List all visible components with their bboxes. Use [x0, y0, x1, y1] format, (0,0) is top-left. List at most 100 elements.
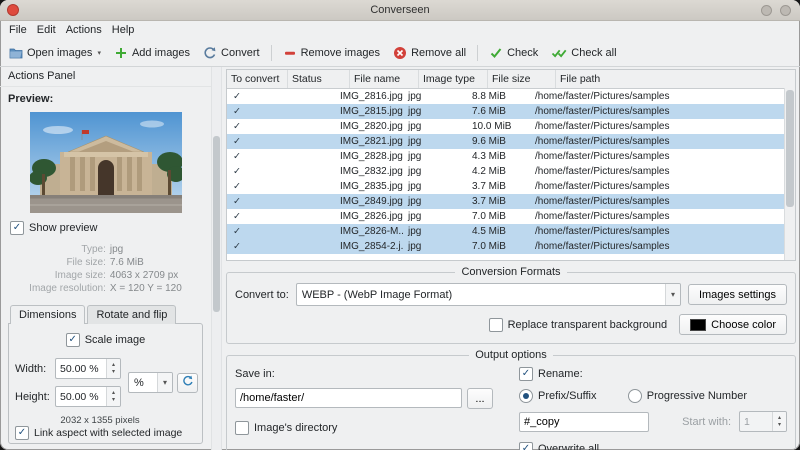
- table-row[interactable]: IMG_2815.jpg jpg 7.6 MiB/home/faster/Pictu…: [227, 104, 785, 119]
- open-images-button[interactable]: Open images ▾: [3, 43, 107, 63]
- column-status[interactable]: Status: [288, 70, 350, 88]
- tab-rotate-and-flip[interactable]: Rotate and flip: [87, 305, 177, 324]
- table-scrollbar[interactable]: [784, 88, 795, 260]
- row-to-convert-cell[interactable]: [227, 106, 283, 117]
- close-button[interactable]: [7, 4, 19, 16]
- browse-button[interactable]: ...: [467, 388, 493, 409]
- row-check-icon[interactable]: [233, 226, 241, 237]
- table-row[interactable]: IMG_2832.jpg jpg 4.2 MiB/home/faster/Pictu…: [227, 164, 785, 179]
- spinner-arrows[interactable]: [106, 387, 120, 406]
- column-file-size[interactable]: File size: [488, 70, 556, 88]
- images-directory-checkbox[interactable]: Image's directory: [235, 421, 493, 435]
- titlebar[interactable]: Converseen: [0, 0, 800, 21]
- toolbar-separator: [270, 44, 272, 61]
- row-file-name: IMG_2835.jpg: [340, 181, 403, 192]
- table-row[interactable]: IMG_2849.jpg jpg 3.7 MiB/home/faster/Pictu…: [227, 194, 785, 209]
- column-file-name[interactable]: File name: [350, 70, 419, 88]
- table-row[interactable]: IMG_2820.jpg jpg 10.0 MiB/home/faster/Pict…: [227, 119, 785, 134]
- table-row[interactable]: IMG_2835.jpg jpg 3.7 MiB/home/faster/Pictu…: [227, 179, 785, 194]
- column-to-convert[interactable]: To convert: [227, 70, 288, 88]
- scrollbar-thumb[interactable]: [786, 90, 794, 207]
- table-row[interactable]: IMG_2816.jpg jpg 8.8 MiB/home/faster/Pictu…: [227, 89, 785, 104]
- row-to-convert-cell[interactable]: [227, 91, 283, 102]
- row-check-icon[interactable]: [233, 196, 241, 207]
- row-file-path: /home/faster/Pictures/samples: [535, 226, 670, 237]
- row-file-size: 4.2 MiB: [472, 166, 506, 177]
- row-check-icon[interactable]: [233, 181, 241, 192]
- row-to-convert-cell[interactable]: [227, 181, 283, 192]
- file-table-body: IMG_2816.jpgjpg8.8 MiB/home/faster/Pictu…: [227, 89, 785, 260]
- rename-checkbox[interactable]: Rename:: [519, 367, 787, 381]
- table-row[interactable]: IMG_2826-M... jpg 4.5 MiB/home/faster/Pict…: [227, 224, 785, 239]
- table-row[interactable]: IMG_2821.jpg jpg 9.6 MiB/home/faster/Pictu…: [227, 134, 785, 149]
- table-row[interactable]: IMG_2828.jpg jpg 4.3 MiB/home/faster/Pictu…: [227, 149, 785, 164]
- row-check-icon[interactable]: [233, 166, 241, 177]
- menu-actions[interactable]: Actions: [61, 23, 107, 37]
- maximize-button[interactable]: [780, 4, 791, 16]
- height-spinner[interactable]: 50.00 %: [55, 386, 121, 407]
- unit-combo[interactable]: %: [128, 372, 173, 393]
- scale-image-checkbox[interactable]: Scale image: [15, 333, 196, 347]
- row-image-type: jpg: [408, 226, 422, 237]
- resolution-value: X = 120 Y = 120: [109, 283, 182, 294]
- row-to-convert-cell[interactable]: [227, 166, 283, 177]
- choose-color-button[interactable]: Choose color: [679, 314, 787, 335]
- remove-all-button[interactable]: Remove all: [387, 43, 472, 63]
- prefix-suffix-radio[interactable]: Prefix/Suffix: [519, 389, 597, 403]
- row-check-icon[interactable]: [233, 106, 241, 117]
- rename-pattern-input[interactable]: [519, 411, 649, 432]
- row-to-convert-cell[interactable]: [227, 241, 283, 252]
- images-settings-button[interactable]: Images settings: [687, 284, 787, 305]
- double-green-check-icon: [551, 46, 567, 60]
- format-combo[interactable]: WEBP - (WebP Image Format): [295, 283, 681, 306]
- add-images-button[interactable]: Add images: [108, 43, 196, 63]
- row-image-type: jpg: [408, 211, 422, 222]
- checkbox-box: [519, 367, 533, 381]
- progressive-number-radio[interactable]: Progressive Number: [627, 389, 747, 403]
- row-check-icon[interactable]: [233, 211, 241, 222]
- menu-help[interactable]: Help: [107, 23, 140, 37]
- table-row[interactable]: IMG_2854-2.j... jpg 7.0 MiB/home/faster/Pi…: [227, 239, 785, 254]
- replace-transparent-checkbox[interactable]: Replace transparent background: [488, 317, 667, 332]
- check-button[interactable]: Check: [483, 43, 544, 63]
- save-path-input[interactable]: [235, 388, 462, 408]
- table-row[interactable]: IMG_2826.jpg jpg 7.0 MiB/home/faster/Pictu…: [227, 209, 785, 224]
- row-to-convert-cell[interactable]: [227, 136, 283, 147]
- remove-images-button[interactable]: Remove images: [277, 43, 386, 63]
- convert-button[interactable]: Convert: [197, 43, 266, 63]
- menu-file[interactable]: File: [4, 23, 32, 37]
- tab-dimensions[interactable]: Dimensions: [10, 305, 86, 325]
- row-to-convert-cell[interactable]: [227, 226, 283, 237]
- row-image-type: jpg: [408, 136, 422, 147]
- minimize-button[interactable]: [761, 4, 772, 16]
- radio-circle: [627, 389, 642, 403]
- start-with-spinner[interactable]: 1: [739, 411, 787, 432]
- row-check-icon[interactable]: [233, 136, 241, 147]
- scrollbar-thumb[interactable]: [213, 135, 220, 313]
- row-file-size: 7.0 MiB: [472, 211, 506, 222]
- overwrite-all-checkbox[interactable]: Overwrite all: [519, 442, 787, 450]
- column-image-type[interactable]: Image type: [419, 70, 488, 88]
- row-check-icon[interactable]: [233, 91, 241, 102]
- panel-scrollbar[interactable]: [211, 67, 222, 450]
- red-cross-circle-icon: [393, 46, 407, 60]
- width-spinner[interactable]: 50.00 %: [55, 358, 121, 379]
- show-preview-checkbox[interactable]: Show preview: [10, 221, 203, 235]
- row-check-icon[interactable]: [233, 241, 241, 252]
- check-all-button[interactable]: Check all: [545, 43, 622, 63]
- column-file-path[interactable]: File path: [556, 70, 795, 88]
- link-aspect-checkbox[interactable]: Link aspect with selected image: [15, 426, 196, 442]
- reset-dimensions-button[interactable]: [177, 372, 198, 393]
- radio-circle: [519, 389, 533, 403]
- spinner-arrows[interactable]: [772, 412, 786, 431]
- row-to-convert-cell[interactable]: [227, 121, 283, 132]
- output-options-title: Output options: [475, 349, 547, 361]
- row-to-convert-cell[interactable]: [227, 211, 283, 222]
- menu-edit[interactable]: Edit: [32, 23, 61, 37]
- row-to-convert-cell[interactable]: [227, 196, 283, 207]
- spinner-arrows[interactable]: [106, 359, 120, 378]
- row-check-icon[interactable]: [233, 151, 241, 162]
- row-check-icon[interactable]: [233, 121, 241, 132]
- window-title: Converseen: [370, 4, 430, 16]
- row-to-convert-cell[interactable]: [227, 151, 283, 162]
